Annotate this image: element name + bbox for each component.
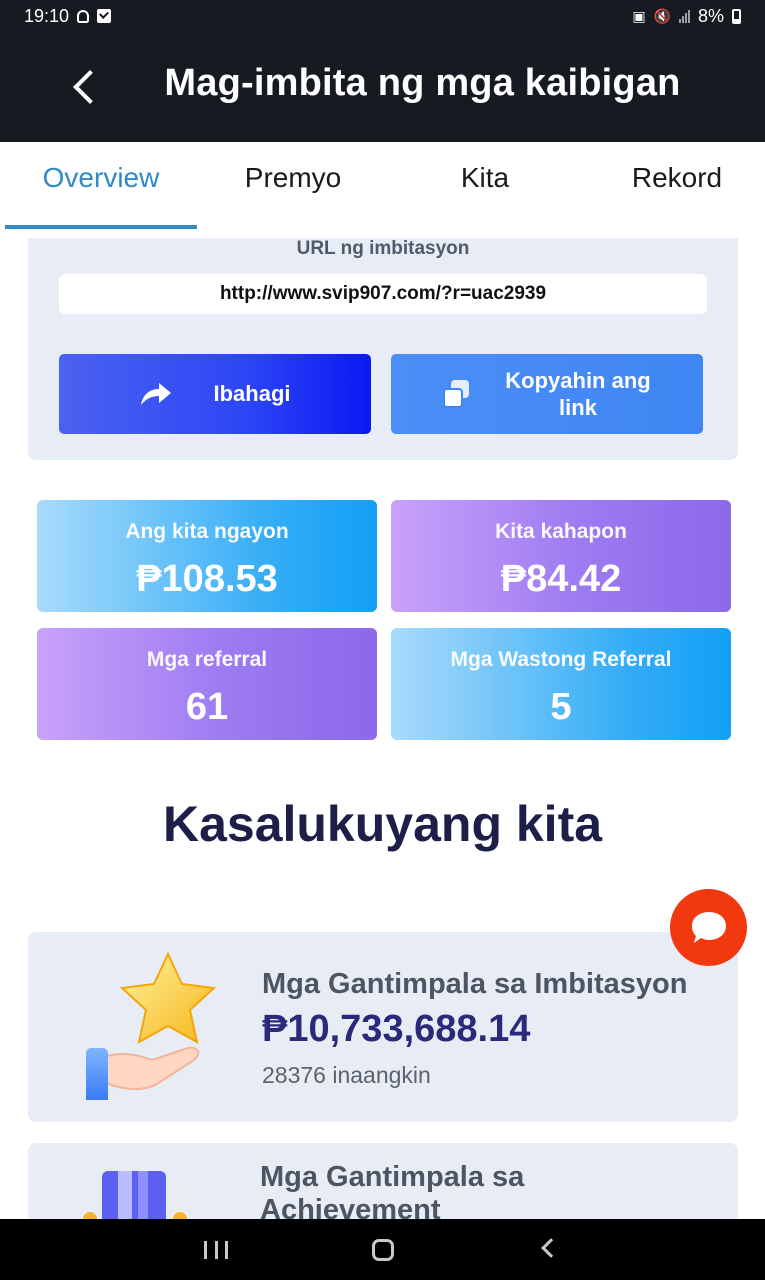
- stat-value: ₱84.42: [500, 558, 622, 600]
- share-button-label: Ibahagi: [213, 381, 291, 406]
- home-button[interactable]: [372, 1239, 394, 1261]
- copy-link-label: Kopyahin ang link: [505, 368, 651, 420]
- reward-amount: ₱10,733,688.14: [262, 1008, 531, 1050]
- invite-url-field[interactable]: http://www.svip907.com/?r=uac2939: [59, 274, 707, 314]
- stat-label: Ang kita ngayon: [125, 520, 289, 543]
- achievement-rewards-card[interactable]: Mga Gantimpala sa Achievement: [28, 1143, 738, 1219]
- copy-icon: [443, 380, 471, 408]
- stat-referrals: Mga referral 61: [37, 628, 377, 740]
- page-title: Mag-imbita ng mga kaibigan: [164, 62, 681, 104]
- signal-icon: [678, 9, 690, 23]
- copy-link-button[interactable]: Kopyahin ang link: [391, 354, 703, 434]
- chat-bubble-icon: [691, 911, 726, 943]
- checkbox-notification-icon: [97, 9, 112, 23]
- recents-button[interactable]: [204, 1241, 228, 1259]
- battery-text: 8%: [697, 5, 724, 26]
- lock-icon: ▣: [632, 7, 646, 24]
- stat-label: Mga Wastong Referral: [450, 648, 672, 671]
- app-bar: Mag-imbita ng mga kaibigan: [0, 32, 765, 142]
- active-tab-indicator: [5, 225, 197, 229]
- status-time: 19:10: [24, 5, 70, 26]
- stat-value: 61: [185, 686, 229, 728]
- stat-label: Mga referral: [146, 648, 268, 671]
- share-icon: [141, 383, 172, 405]
- trophy-icon: [83, 1171, 187, 1219]
- back-button[interactable]: [62, 62, 106, 112]
- tab-bar: Overview Premyo Kita Rekord: [0, 142, 765, 238]
- system-back-button[interactable]: [541, 1238, 561, 1258]
- stat-value: ₱108.53: [136, 558, 278, 600]
- tab-overview[interactable]: Overview: [5, 162, 197, 202]
- invitation-rewards-card[interactable]: Mga Gantimpala sa Imbitasyon ₱10,733,688…: [28, 932, 738, 1122]
- stat-label: Kita kahapon: [495, 520, 627, 543]
- tab-premyo[interactable]: Premyo: [197, 162, 389, 202]
- invite-url-label: URL ng imbitasyon: [296, 238, 470, 259]
- mute-icon: 🔇: [653, 7, 671, 24]
- invite-url-value: http://www.svip907.com/?r=uac2939: [219, 283, 547, 304]
- stat-today-earnings: Ang kita ngayon ₱108.53: [37, 500, 377, 612]
- star-hand-icon: [86, 951, 216, 1100]
- section-title: Kasalukuyang kita: [162, 796, 603, 852]
- share-button[interactable]: Ibahagi: [59, 354, 371, 434]
- system-nav-bar: [0, 1219, 765, 1280]
- reward-title: Mga Gantimpala sa Imbitasyon: [262, 968, 688, 1000]
- reward-title: Mga Gantimpala sa Achievement: [260, 1161, 525, 1219]
- status-bar: 19:10 ▣ 🔇 8%: [0, 0, 765, 32]
- reward-claimed-count: 28376 inaangkin: [262, 1062, 431, 1088]
- stat-yesterday-earnings: Kita kahapon ₱84.42: [391, 500, 731, 612]
- bell-icon: [77, 9, 90, 23]
- stat-value: 5: [550, 686, 572, 728]
- stat-valid-referrals: Mga Wastong Referral 5: [391, 628, 731, 740]
- invite-url-card: URL ng imbitasyon http://www.svip907.com…: [28, 238, 738, 460]
- tab-kita[interactable]: Kita: [389, 162, 581, 202]
- tab-rekord[interactable]: Rekord: [581, 162, 765, 202]
- battery-icon: [732, 8, 741, 24]
- chat-button[interactable]: [670, 889, 747, 966]
